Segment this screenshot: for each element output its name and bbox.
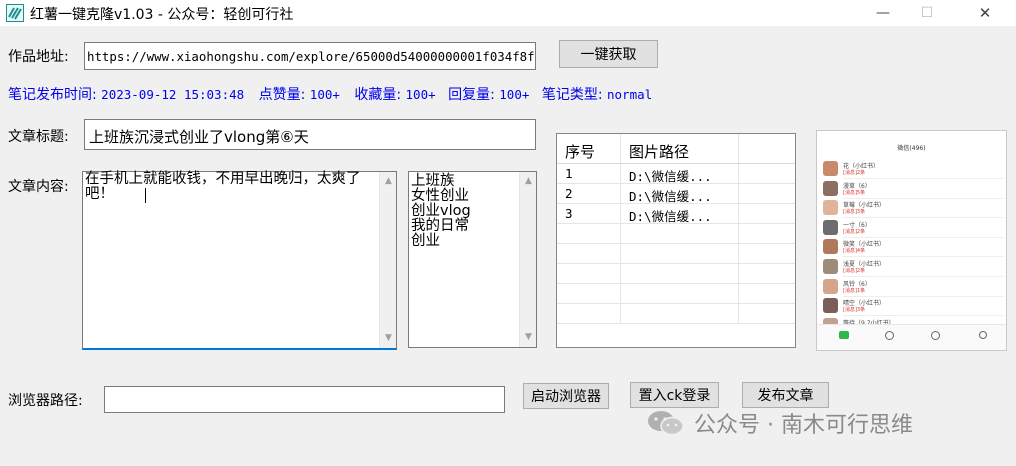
discover-tab-icon: [931, 331, 940, 340]
table-row-empty: [557, 224, 795, 244]
article-title-label: 文章标题:: [8, 129, 69, 145]
tag-item: 女性创业: [411, 188, 469, 204]
cookie-login-button[interactable]: 置入ck登录: [630, 382, 719, 408]
maximize-button[interactable]: ☐: [904, 0, 950, 26]
app-icon: [6, 4, 24, 22]
row-index: 3: [557, 204, 621, 223]
tag-item: 我的日常: [411, 218, 469, 234]
text-caret: [145, 188, 146, 203]
table-row[interactable]: 3 D:\微信缓...: [557, 204, 795, 224]
column-header-path[interactable]: 图片路径: [621, 134, 739, 163]
table-row[interactable]: 1 D:\微信缓...: [557, 164, 795, 184]
watermark-text: 公众号 · 南木可行思维: [694, 413, 913, 438]
publish-time-label: 笔记发布时间:: [8, 87, 97, 103]
row-index: 1: [557, 164, 621, 183]
scroll-down-arrow-icon[interactable]: ▼: [520, 329, 537, 345]
table-header: 序号 图片路径: [557, 134, 795, 164]
scroll-down-arrow-icon[interactable]: ▼: [380, 330, 397, 346]
content-scrollbar[interactable]: ▲ ▼: [379, 172, 396, 348]
article-content-textarea[interactable]: 在手机上就能收钱，不用早出晚归，太爽了吧！ ▲ ▼: [82, 171, 397, 350]
table-row[interactable]: 2 D:\微信缓...: [557, 184, 795, 204]
phone-chat-item: 风铃（6） [消息]1条: [823, 277, 1003, 297]
image-preview: 微信(496) 花（小红书） [消息]2条 漫草（6） [消息]5条 草莓（小红书） [消…: [816, 130, 1007, 351]
table-row-empty: [557, 284, 795, 304]
article-content-label: 文章内容:: [8, 179, 69, 195]
favorites-value: 100+: [405, 87, 436, 102]
phone-chat-item: 一寸（6） [消息]2条: [823, 218, 1003, 238]
contacts-tab-icon: [885, 331, 894, 340]
browser-path-label: 浏览器路径:: [8, 393, 83, 409]
tag-list: 上班族 女性创业 创业vlog 我的日常 创业: [411, 174, 471, 249]
row-path: D:\微信缓...: [621, 184, 739, 204]
fetch-button[interactable]: 一键获取: [559, 40, 658, 68]
table-row-empty: [557, 264, 795, 284]
chat-preview: [消息]2条: [843, 228, 866, 235]
row-index: 2: [557, 184, 621, 203]
chat-preview: [消息]5条: [843, 189, 866, 196]
chat-preview: [消息]2条: [843, 170, 866, 176]
avatar: [823, 200, 838, 216]
title-bar: 红薯一键克隆v1.03 - 公众号：轻创可行社 — ☐ ✕: [0, 0, 1016, 26]
avatar: [823, 161, 838, 176]
phone-chat-item: 漫草（6） [消息]5条: [823, 179, 1003, 199]
tags-scrollbar[interactable]: ▲ ▼: [519, 172, 536, 347]
publish-article-button[interactable]: 发布文章: [742, 382, 829, 408]
url-input[interactable]: https://www.xiaohongshu.com/explore/6500…: [84, 42, 536, 70]
close-button[interactable]: ✕: [962, 0, 1008, 26]
note-type-label: 笔记类型:: [541, 87, 603, 103]
me-tab-icon: [979, 331, 987, 339]
chat-preview: [消息]2条: [843, 268, 866, 274]
column-header-index[interactable]: 序号: [557, 134, 621, 163]
table-row-empty: [557, 304, 795, 324]
tag-item: 上班族: [411, 173, 455, 189]
tags-textarea[interactable]: 上班族 女性创业 创业vlog 我的日常 创业 ▲ ▼: [408, 171, 537, 348]
avatar: [823, 219, 838, 235]
article-content-text: 在手机上就能收钱，不用早出晚归，太爽了吧！: [85, 171, 361, 202]
phone-chat-header: 微信(496): [897, 145, 926, 152]
wechat-icon: [648, 411, 684, 436]
chat-preview: [消息]1条: [843, 287, 866, 294]
minimize-button[interactable]: —: [860, 0, 906, 26]
phone-chat-item: 晴空（小红书） [消息]3条: [823, 296, 1003, 317]
start-browser-button[interactable]: 启动浏览器: [523, 383, 609, 409]
avatar: [823, 298, 838, 314]
avatar: [823, 259, 838, 274]
scroll-up-arrow-icon[interactable]: ▲: [520, 173, 537, 189]
favorites-label: 收藏量:: [354, 87, 402, 103]
chat-tab-icon: [839, 331, 849, 339]
phone-chat-item: 微笑（小红书） [消息]4条: [823, 237, 1003, 258]
phone-tab-bar: [817, 324, 1006, 350]
tag-item: 创业vlog: [411, 203, 471, 219]
phone-chat-item: 花（小红书） [消息]2条: [823, 159, 1003, 179]
url-label: 作品地址:: [8, 49, 69, 65]
article-title-input[interactable]: 上班族沉浸式创业了vlong第⑥天: [84, 119, 536, 150]
table-row-empty: [557, 244, 795, 264]
note-info-line: 笔记发布时间: 2023-09-12 15:03:48 点赞量: 100+ 收藏…: [8, 84, 652, 104]
browser-path-input[interactable]: [104, 386, 505, 413]
phone-chat-item: 草莓（小红书） [消息]3条: [823, 198, 1003, 219]
replies-label: 回复量:: [448, 87, 495, 103]
avatar: [823, 180, 838, 196]
watermark: 公众号 · 南木可行思维: [646, 407, 913, 439]
window-title: 红薯一键克隆v1.03 - 公众号：轻创可行社: [30, 7, 294, 23]
avatar: [823, 239, 838, 255]
row-path: D:\微信缓...: [621, 204, 739, 224]
image-path-table[interactable]: 序号 图片路径 1 D:\微信缓... 2 D:\微信缓... 3 D:\微信缓…: [556, 133, 796, 348]
chat-preview: [消息]3条: [843, 307, 866, 314]
chat-preview: [消息]3条: [843, 209, 866, 216]
avatar: [823, 278, 838, 294]
tag-item: 创业: [411, 233, 440, 249]
row-path: D:\微信缓...: [621, 164, 739, 184]
scroll-up-arrow-icon[interactable]: ▲: [380, 173, 397, 189]
publish-time-value: 2023-09-12 15:03:48: [101, 87, 245, 102]
likes-value: 100+: [309, 87, 340, 102]
note-type-value: normal: [607, 87, 653, 102]
replies-value: 100+: [499, 87, 530, 102]
phone-chat-item: 浅夏（小红书） [消息]2条: [823, 257, 1003, 277]
likes-label: 点赞量:: [258, 87, 306, 103]
chat-preview: [消息]4条: [843, 248, 866, 255]
